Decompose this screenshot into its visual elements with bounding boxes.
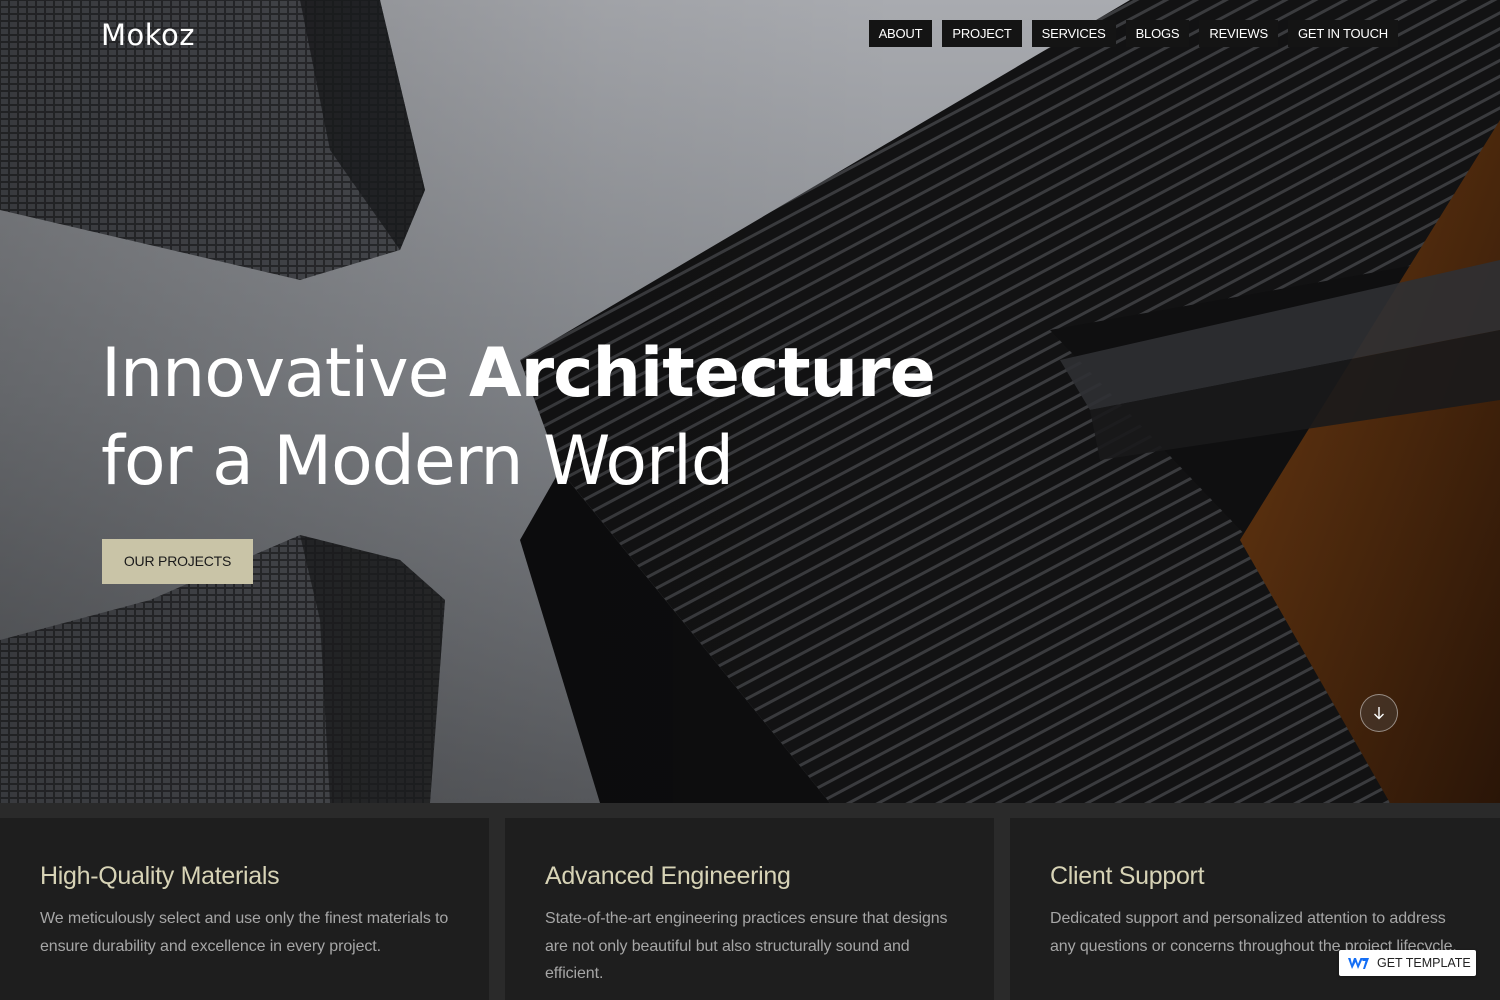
get-template-label: GET TEMPLATE — [1377, 956, 1471, 970]
arrow-down-icon — [1374, 707, 1384, 720]
feature-title: Client Support — [1050, 862, 1205, 890]
get-template-button[interactable]: GET TEMPLATE — [1339, 950, 1476, 976]
feature-title: Advanced Engineering — [545, 862, 791, 890]
our-projects-button[interactable]: OUR PROJECTS — [102, 539, 253, 584]
feature-card: Advanced Engineering State-of-the-art en… — [505, 818, 994, 1000]
brand-logo[interactable]: Mokoz — [101, 18, 195, 52]
features-section: High-Quality Materials We meticulously s… — [0, 803, 1500, 1000]
headline-bold-text: Architecture — [469, 334, 936, 413]
hero-section: Mokoz ABOUT PROJECT SERVICES BLOGS REVIE… — [0, 0, 1500, 803]
nav-item-blogs[interactable]: BLOGS — [1125, 20, 1190, 47]
nav-item-project[interactable]: PROJECT — [942, 20, 1022, 47]
nav-item-about[interactable]: ABOUT — [868, 20, 933, 47]
nav-item-services[interactable]: SERVICES — [1031, 20, 1116, 47]
webflow-icon — [1348, 957, 1369, 969]
nav-item-get-in-touch[interactable]: GET IN TOUCH — [1287, 20, 1398, 47]
feature-text: We meticulously select and use only the … — [40, 910, 449, 955]
feature-text: State-of-the-art engineering practices e… — [545, 910, 948, 982]
headline-light-text: Innovative — [101, 334, 470, 413]
nav-item-reviews[interactable]: REVIEWS — [1199, 20, 1278, 47]
scroll-down-button[interactable] — [1360, 694, 1398, 732]
feature-card: High-Quality Materials We meticulously s… — [0, 818, 489, 1000]
main-nav: ABOUT PROJECT SERVICES BLOGS REVIEWS GET… — [868, 20, 1398, 47]
headline-line2-text: for a Modern World — [101, 422, 734, 501]
hero-headline: Innovative Architecture for a Modern Wor… — [101, 330, 936, 506]
feature-title: High-Quality Materials — [40, 862, 280, 890]
